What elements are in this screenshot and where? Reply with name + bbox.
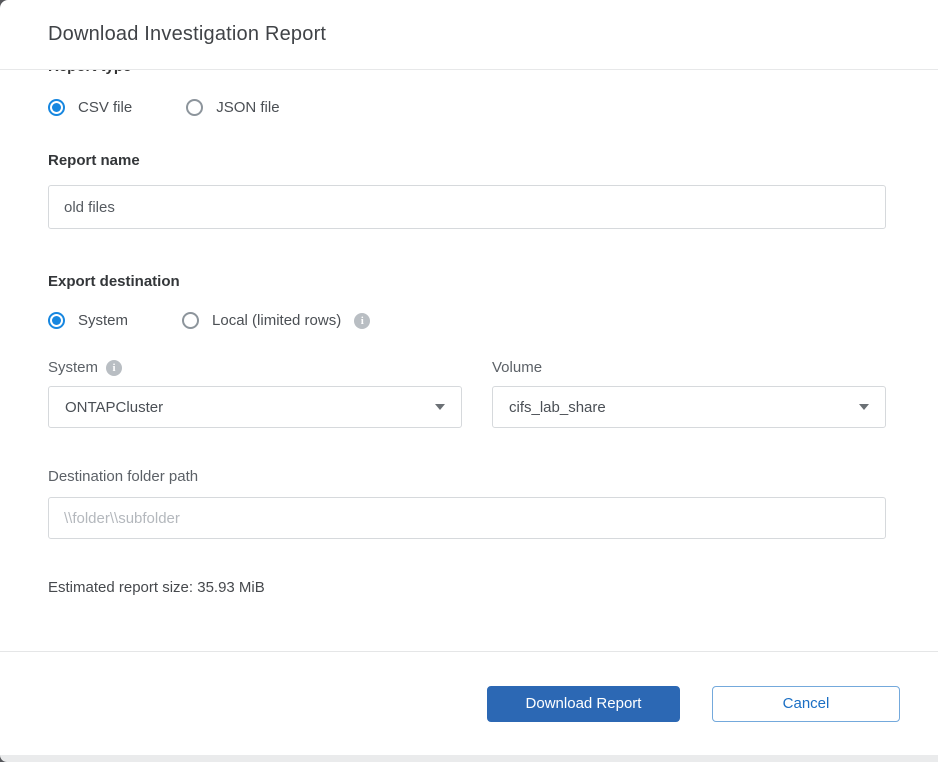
radio-system-label: System <box>78 312 128 329</box>
dialog-header: Download Investigation Report <box>0 0 938 70</box>
chevron-down-icon <box>859 404 869 410</box>
system-select-value: ONTAPCluster <box>65 399 163 416</box>
radio-selected-icon[interactable] <box>48 99 65 116</box>
page-background-strip <box>0 755 938 762</box>
radio-unselected-icon[interactable] <box>182 312 199 329</box>
volume-select-value: cifs_lab_share <box>509 399 606 416</box>
estimated-size-text: Estimated report size: 35.93 MiB <box>48 579 886 596</box>
system-info-icon[interactable] <box>106 360 122 376</box>
radio-json-label: JSON file <box>216 99 279 116</box>
local-info-icon[interactable] <box>354 313 370 329</box>
system-select-label: System <box>48 359 98 376</box>
dialog-title: Download Investigation Report <box>48 23 326 46</box>
system-field: System ONTAPCluster <box>48 359 462 428</box>
radio-csv-label: CSV file <box>78 99 132 116</box>
radio-json-file[interactable]: JSON file <box>186 99 279 116</box>
volume-select-label: Volume <box>492 359 542 376</box>
dialog-body: Report type CSV file JSON file Report na… <box>0 70 938 651</box>
radio-selected-icon[interactable] <box>48 312 65 329</box>
radio-system[interactable]: System <box>48 312 128 329</box>
chevron-down-icon <box>435 404 445 410</box>
download-report-button[interactable]: Download Report <box>487 686 680 722</box>
volume-select[interactable]: cifs_lab_share <box>492 386 886 428</box>
report-name-input[interactable] <box>48 185 886 229</box>
dialog-footer: Download Report Cancel <box>0 651 938 755</box>
radio-unselected-icon[interactable] <box>186 99 203 116</box>
cancel-button[interactable]: Cancel <box>712 686 900 722</box>
download-report-dialog: Download Investigation Report Report typ… <box>0 0 938 755</box>
radio-local[interactable]: Local (limited rows) <box>182 312 370 329</box>
export-destination-radio-group: System Local (limited rows) <box>48 312 886 329</box>
system-volume-row: System ONTAPCluster Volume cifs_lab_shar… <box>48 359 886 428</box>
report-type-radio-group: CSV file JSON file <box>48 99 886 116</box>
report-type-label: Report type <box>48 70 886 75</box>
radio-csv-file[interactable]: CSV file <box>48 99 132 116</box>
destination-folder-input[interactable] <box>48 497 886 539</box>
volume-field: Volume cifs_lab_share <box>492 359 886 428</box>
system-select[interactable]: ONTAPCluster <box>48 386 462 428</box>
report-name-label: Report name <box>48 152 886 169</box>
radio-local-label: Local (limited rows) <box>212 312 341 329</box>
export-destination-label: Export destination <box>48 273 886 290</box>
destination-folder-label: Destination folder path <box>48 468 886 485</box>
